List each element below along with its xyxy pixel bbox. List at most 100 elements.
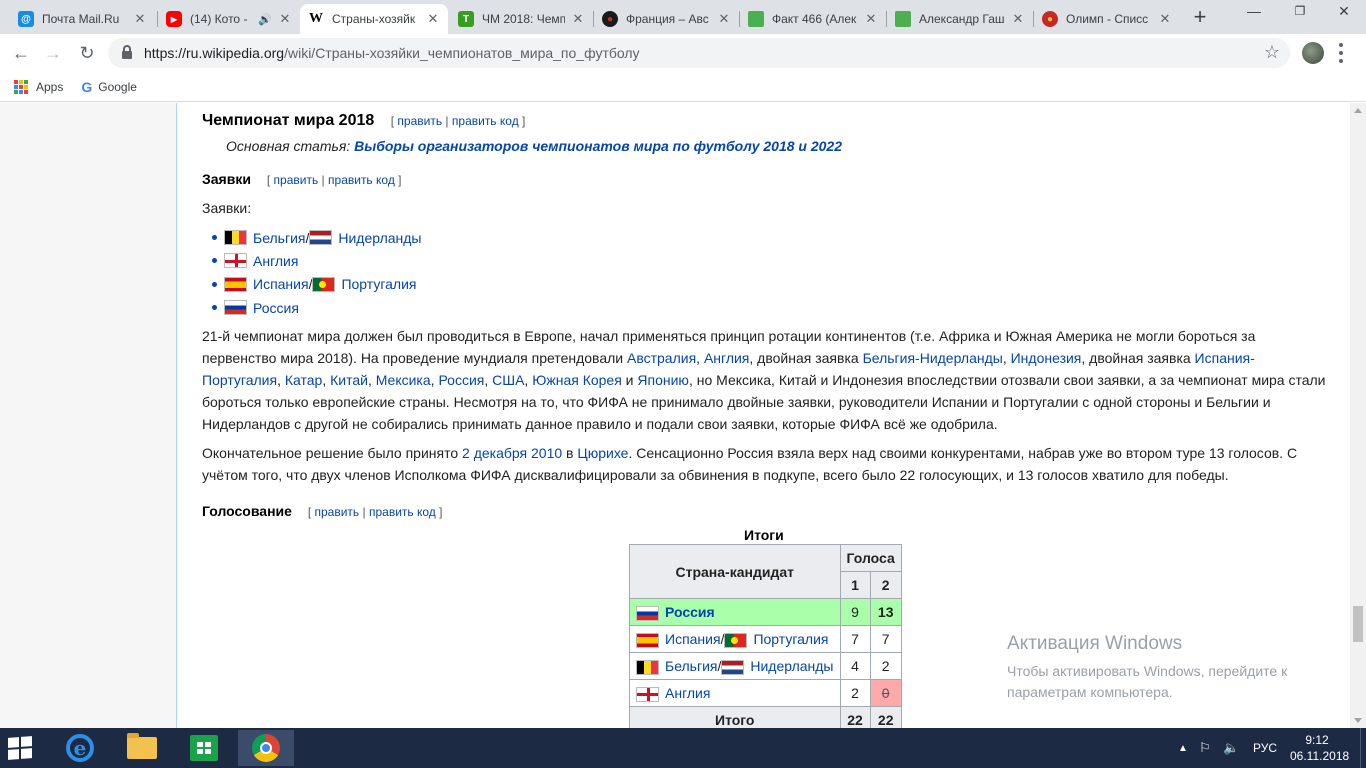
avatar[interactable] — [1302, 42, 1324, 64]
show-desktop-button[interactable] — [1360, 728, 1366, 768]
close-icon[interactable]: ✕ — [571, 11, 585, 27]
windows-start-icon[interactable] — [8, 736, 32, 760]
vertical-scrollbar[interactable] — [1350, 103, 1366, 728]
tab-youtube[interactable]: ▶ (14) Кото - 🔊 ✕ — [158, 4, 300, 34]
indonesia-link[interactable]: Индонезия — [1011, 350, 1082, 366]
text: , двойная заявка — [749, 350, 863, 366]
bookmark-apps[interactable]: Apps — [14, 79, 63, 94]
taskbar-ie[interactable]: e — [52, 730, 108, 766]
forward-button[interactable]: → — [40, 40, 66, 66]
close-icon[interactable]: ✕ — [278, 11, 292, 27]
taskbar-chrome[interactable] — [238, 730, 294, 766]
tray-expand-icon[interactable]: ▲ — [1178, 728, 1188, 768]
belgium-netherlands-link[interactable]: Бельгия-Нидерланды — [863, 350, 1003, 366]
restore-button[interactable]: ❐ — [1278, 0, 1322, 24]
country-cell: Бельгия/Нидерланды — [629, 652, 841, 680]
usa-link[interactable]: США — [492, 372, 524, 388]
language-indicator[interactable]: РУС — [1253, 728, 1277, 768]
china-link[interactable]: Китай — [330, 372, 368, 388]
close-window-button[interactable]: ✕ — [1322, 0, 1366, 24]
speaker-icon[interactable]: 🔊 — [258, 13, 272, 26]
heading-text: Голосование — [202, 503, 292, 519]
spain-link[interactable]: Испания — [665, 631, 721, 647]
belgium-link[interactable]: Бельгия — [253, 227, 305, 249]
system-clock[interactable]: 9:12 06.11.2018 — [1290, 732, 1349, 764]
spain-flag-icon — [224, 276, 247, 292]
minimize-button[interactable]: — — [1232, 0, 1276, 24]
star-icon[interactable]: ☆ — [1264, 42, 1280, 63]
scroll-up-arrow-icon[interactable] — [1354, 108, 1362, 113]
close-icon[interactable]: ✕ — [133, 11, 147, 27]
edit-code-link[interactable]: править код — [452, 114, 519, 128]
tab-sport[interactable]: T ЧМ 2018: Чемп ✕ — [450, 4, 593, 34]
taskbar-explorer[interactable] — [114, 730, 170, 766]
tab-olimp[interactable]: ● Олимп - Списс ✕ — [1034, 4, 1180, 34]
england-link[interactable]: Англия — [665, 685, 710, 701]
reload-button[interactable]: ↻ — [74, 40, 100, 66]
volume-icon[interactable]: 🔈 — [1223, 728, 1239, 768]
channel-icon: ● — [602, 11, 618, 27]
qatar-link[interactable]: Катар — [285, 372, 322, 388]
mail-ru-icon: @ — [18, 11, 34, 27]
edit-link[interactable]: править — [397, 114, 442, 128]
tab-wikipedia[interactable]: W Страны-хозяйк ✕ — [300, 4, 448, 34]
netherlands-flag-icon — [309, 230, 333, 246]
back-button[interactable]: ← — [8, 40, 34, 66]
close-icon[interactable]: ✕ — [426, 11, 440, 27]
address-bar[interactable]: https://ru.wikipedia.org/wiki/Страны-хоз… — [108, 38, 1290, 68]
edit-bracket: [ — [390, 114, 395, 128]
browser-toolbar: ← → ↻ https://ru.wikipedia.org/wiki/Стра… — [0, 34, 1366, 72]
hatnote-prefix: Основная статья: — [226, 138, 355, 154]
close-icon[interactable]: ✕ — [864, 11, 878, 27]
page-icon — [748, 11, 764, 27]
network-icon[interactable]: ⚐ — [1199, 728, 1211, 768]
russia-link[interactable]: Россия — [438, 372, 484, 388]
votes-round-1: 7 — [839, 625, 871, 653]
portugal-link[interactable]: Португалия — [341, 273, 416, 295]
tab-title: Олимп - Списс — [1066, 12, 1149, 26]
windows-taskbar: e ▲ ⚐ 🔈 РУС 9:12 06.11.2018 — [0, 728, 1366, 768]
zurich-link[interactable]: Цюрихе — [577, 445, 628, 461]
date-link[interactable]: 2 декабря 2010 — [462, 445, 562, 461]
tab-fact[interactable]: Факт 466 (Алек ✕ — [740, 4, 886, 34]
netherlands-link[interactable]: Нидерланды — [338, 227, 421, 249]
mexico-link[interactable]: Мексика — [376, 372, 431, 388]
tab-alexander[interactable]: Александр Гаш ✕ — [887, 4, 1033, 34]
spain-link[interactable]: Испания — [253, 273, 309, 295]
close-icon[interactable]: ✕ — [1158, 11, 1172, 27]
england-link[interactable]: Англия — [704, 350, 749, 366]
portugal-link[interactable]: Португалия — [753, 631, 828, 647]
bids-label: Заявки: — [202, 200, 252, 216]
russia-link[interactable]: Россия — [253, 297, 299, 319]
apps-grid-icon — [14, 79, 28, 94]
main-article-link[interactable]: Выборы организаторов чемпионатов мира по… — [354, 138, 842, 154]
tab-title: Почта Mail.Ru — [42, 12, 120, 26]
edit-link[interactable]: править — [274, 173, 319, 187]
list-item: Бельгия / Нидерланды — [212, 226, 422, 249]
edit-code-link[interactable]: править код — [369, 505, 436, 519]
tab-title: ЧМ 2018: Чемп — [482, 12, 565, 26]
england-link[interactable]: Англия — [253, 250, 298, 272]
edit-bracket: [ — [307, 505, 312, 519]
tab-mail[interactable]: @ Почта Mail.Ru ✕ — [10, 4, 155, 34]
votes-round-2: 13 — [869, 598, 902, 626]
tab-france[interactable]: ● Франция – Авс ✕ — [594, 4, 739, 34]
japan-link[interactable]: Японию — [637, 372, 689, 388]
belgium-link[interactable]: Бельгия — [665, 658, 717, 674]
south-korea-link[interactable]: Южная Корея — [532, 372, 622, 388]
edit-code-link[interactable]: править код — [328, 173, 395, 187]
taskbar-store[interactable] — [176, 730, 232, 766]
scroll-down-arrow-icon[interactable] — [1354, 718, 1362, 723]
bookmark-google[interactable]: G Google — [81, 79, 137, 95]
text: , — [696, 350, 704, 366]
russia-link[interactable]: Россия — [665, 604, 715, 620]
australia-link[interactable]: Австралия — [627, 350, 696, 366]
netherlands-link[interactable]: Нидерланды — [750, 658, 833, 674]
edit-link[interactable]: править — [315, 505, 360, 519]
scroll-thumb[interactable] — [1353, 606, 1363, 642]
new-tab-button[interactable]: + — [1188, 6, 1212, 30]
menu-icon[interactable] — [1338, 43, 1344, 63]
language-label: РУС — [1253, 741, 1278, 755]
close-icon[interactable]: ✕ — [1011, 11, 1025, 27]
close-icon[interactable]: ✕ — [717, 11, 731, 27]
